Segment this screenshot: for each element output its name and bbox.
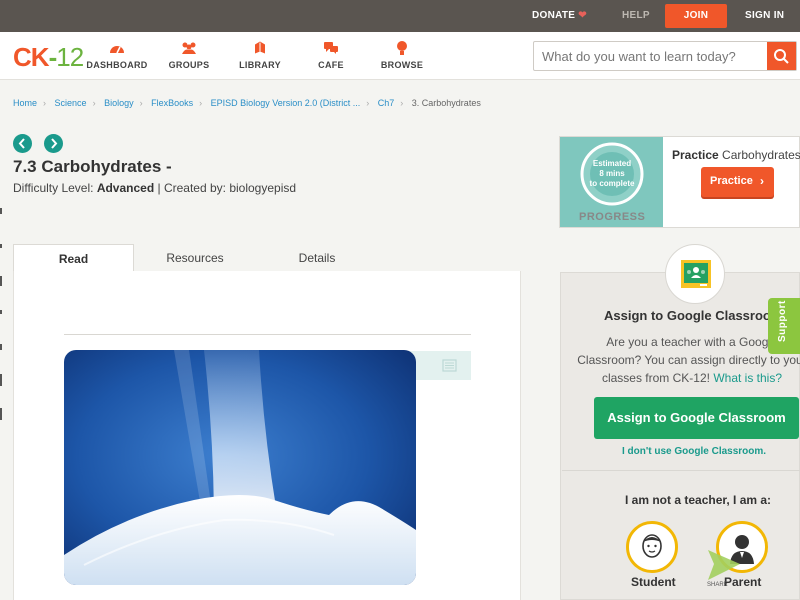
dont-use-classroom-link[interactable]: I don't use Google Classroom. <box>622 446 766 457</box>
library-icon <box>255 41 265 54</box>
share-icon[interactable] <box>706 548 742 582</box>
breadcrumb-separator-icon: › <box>92 98 96 108</box>
nav-browse-label: BROWSE <box>380 60 424 70</box>
next-lesson-button[interactable] <box>44 134 63 153</box>
breadcrumb-home[interactable]: Home <box>13 98 37 108</box>
sign-in-link[interactable]: SIGN IN <box>745 0 784 32</box>
nav-library-label: LIBRARY <box>239 60 281 70</box>
cafe-icon <box>324 42 338 54</box>
divider <box>562 470 800 471</box>
what-is-this-link[interactable]: What is this? <box>713 371 782 385</box>
support-label: Support <box>777 300 788 342</box>
search-box <box>533 41 797 71</box>
read-content-panel <box>13 271 521 600</box>
breadcrumb-book[interactable]: EPISD Biology Version 2.0 (District ... <box>211 98 361 108</box>
google-classroom-heading: Assign to Google Classroom <box>604 308 783 323</box>
practice-title: Practice Carbohydrates <box>672 148 800 162</box>
practice-progress-graphic: Estimated 8 mins to complete PROGRESS <box>560 137 663 227</box>
estimated-time: 8 mins <box>599 169 625 178</box>
tab-resources[interactable]: Resources <box>145 244 245 272</box>
logo-ck: CK <box>13 42 50 72</box>
nav-groups[interactable]: GROUPS <box>154 40 224 70</box>
support-tab[interactable]: Support <box>768 298 800 354</box>
share-label: SHARE <box>707 582 728 588</box>
breadcrumb: Home › Science › Biology › FlexBooks › EPISD… <box>13 98 481 108</box>
role-student-label: Student <box>631 575 676 589</box>
role-student-button[interactable] <box>626 521 678 573</box>
progress-label: PROGRESS <box>579 211 646 223</box>
breadcrumb-separator-icon: › <box>43 98 47 108</box>
practice-title-topic: Carbohydrates <box>718 148 800 162</box>
breadcrumb-separator-icon: › <box>400 98 404 108</box>
google-classroom-logo <box>665 244 725 304</box>
google-classroom-icon <box>681 260 711 288</box>
practice-button[interactable]: Practice › <box>701 167 774 197</box>
edge-mark <box>0 374 2 386</box>
edge-mark <box>0 344 2 350</box>
chevron-right-icon <box>51 138 58 149</box>
dashboard-icon <box>110 46 124 54</box>
google-classroom-description: Are you a teacher with a Google Classroo… <box>577 333 800 387</box>
assign-google-classroom-button[interactable]: Assign to Google Classroom <box>594 397 799 439</box>
nav-groups-label: GROUPS <box>168 60 210 70</box>
nav-cafe-label: CAFE <box>318 60 344 70</box>
donate-link[interactable]: DONATE ❤ <box>532 0 587 32</box>
breadcrumb-separator-icon: › <box>366 98 370 108</box>
chevron-right-icon: › <box>760 174 764 188</box>
breadcrumb-separator-icon: › <box>139 98 143 108</box>
heart-icon: ❤ <box>578 10 587 21</box>
tab-details[interactable]: Details <box>267 244 367 272</box>
top-bar: DONATE ❤ HELP JOIN SIGN IN <box>0 0 800 32</box>
donate-label: DONATE <box>532 10 576 21</box>
edge-mark <box>0 244 2 248</box>
difficulty-level: Advanced <box>96 181 155 195</box>
main-nav: CK-12 DASHBOARD GROUPS LIBRARY CAFE BROW… <box>0 32 800 80</box>
article-meta: Difficulty Level: Advanced | Created by:… <box>13 181 296 195</box>
nav-dashboard-label: DASHBOARD <box>86 60 148 70</box>
search-input[interactable] <box>534 42 768 70</box>
breadcrumb-current: 3. Carbohydrates <box>411 98 481 108</box>
created-by: | Created by: biologyepisd <box>154 181 297 195</box>
nav-dashboard[interactable]: DASHBOARD <box>82 40 152 70</box>
divider <box>64 334 471 335</box>
breadcrumb-flexbooks[interactable]: FlexBooks <box>151 98 193 108</box>
breadcrumb-chapter[interactable]: Ch7 <box>378 98 395 108</box>
nav-browse[interactable]: BROWSE <box>367 40 437 70</box>
help-link[interactable]: HELP <box>622 0 650 32</box>
practice-button-label: Practice <box>710 175 753 187</box>
ck12-logo[interactable]: CK-12 <box>13 42 84 73</box>
join-button[interactable]: JOIN <box>665 4 727 28</box>
practice-title-bold: Practice <box>672 148 719 162</box>
edge-mark <box>0 408 2 420</box>
edge-mark <box>0 276 2 286</box>
chevron-left-icon <box>18 138 25 149</box>
nav-library[interactable]: LIBRARY <box>225 40 295 70</box>
tab-read[interactable]: Read <box>13 244 134 272</box>
breadcrumb-biology[interactable]: Biology <box>104 98 134 108</box>
browse-icon <box>397 41 407 55</box>
groups-icon <box>182 42 196 54</box>
edge-mark <box>0 208 2 214</box>
content-tabs: Read Resources Details <box>13 244 521 272</box>
student-icon <box>642 534 662 558</box>
breadcrumb-science[interactable]: Science <box>55 98 87 108</box>
difficulty-prefix: Difficulty Level: <box>13 181 97 195</box>
logo-num: 12 <box>56 42 84 72</box>
previous-lesson-button[interactable] <box>13 134 32 153</box>
page-title: 7.3 Carbohydrates - <box>13 157 172 176</box>
nav-cafe[interactable]: CAFE <box>296 40 366 70</box>
sugar-image <box>64 350 416 585</box>
estimated-label: Estimated <box>593 159 631 168</box>
search-button[interactable] <box>767 42 796 70</box>
estimated-suffix: to complete <box>590 179 635 188</box>
role-prompt: I am not a teacher, I am a: <box>625 493 772 507</box>
practice-card: Estimated 8 mins to complete PROGRESS Pr… <box>559 136 800 228</box>
search-icon <box>774 49 789 64</box>
breadcrumb-separator-icon: › <box>199 98 203 108</box>
edge-mark <box>0 310 2 314</box>
